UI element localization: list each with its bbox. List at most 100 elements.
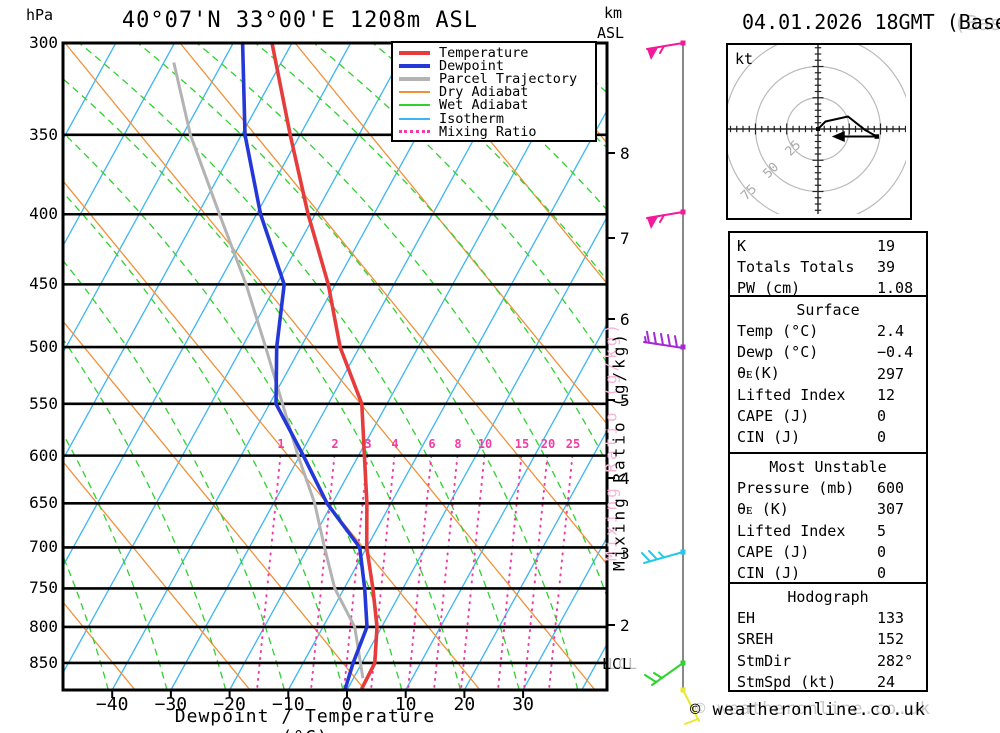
mixing-ratio-label: 2 (331, 437, 339, 451)
hodograph-panel: kt 25 50 75 (723, 34, 913, 224)
page-title: 40°07'N 33°00'E 1208m ASL (121, 8, 479, 33)
temp-tick-label: 20 (453, 694, 476, 715)
mixing-ratio-line (433, 455, 459, 690)
table-row-label: CAPE (J) (737, 542, 810, 561)
table-row-label: CIN (J) (737, 564, 801, 583)
wind-barb (646, 209, 686, 229)
table-row: CIN (J) 0 (730, 427, 926, 448)
pressure-tick-label: 300 (29, 33, 58, 52)
table-row: StmSpd (kt) 24 (730, 671, 926, 692)
table-row-label: Totals Totals (737, 257, 855, 276)
pressure-tick-label: 550 (29, 394, 58, 413)
mixing-ratio-line (523, 455, 549, 690)
pressure-tick-label: 850 (29, 653, 58, 672)
table-section-header: Hodograph (787, 587, 869, 606)
hodograph-origin-marker (816, 127, 820, 131)
hodograph-end-marker (874, 134, 880, 139)
table-row-label: K (737, 236, 747, 255)
dry-adiabat-line (985, 43, 1000, 690)
run-date: 04.01.2026 18GMT (Base: 18) (742, 10, 1000, 34)
mixing-ratio-label: 25 (565, 437, 581, 451)
km-tick-label: 7 (620, 229, 630, 248)
table-row-value: 24 (877, 672, 896, 691)
table-row-label: EH (737, 608, 756, 627)
table-row-label: θᴇ (K) (737, 499, 789, 518)
table-row: EH 133 (730, 607, 926, 628)
temperature-curve (270, 42, 379, 690)
temp-tick-label: 0 (341, 694, 353, 715)
hodograph-plot: kt255075 (723, 34, 913, 224)
table-row-label: StmDir (737, 651, 792, 670)
wind-barb (641, 549, 686, 564)
table-row-value: 0 (877, 542, 887, 561)
temp-tick-label: −30 (154, 694, 188, 715)
table-row-value: 0 (877, 428, 887, 447)
wind-barb (644, 660, 686, 686)
pressure-unit-label: hPa (26, 6, 54, 24)
table-row-value: 1.08 (877, 279, 914, 298)
table-row-label: Temp (°C) (737, 321, 819, 340)
pressure-tick-label: 500 (29, 337, 58, 356)
legend-label: Mixing Ratio (439, 123, 537, 140)
table-row-value: 152 (877, 630, 905, 649)
table-row: Dewp (°C) −0.4 (730, 342, 926, 363)
pressure-tick-label: 700 (29, 537, 58, 556)
legend-swatch-thick (399, 50, 430, 55)
table-row: StmDir 282° (730, 650, 926, 671)
table-row-value: 0 (877, 407, 887, 426)
mixing-ratio-line (548, 455, 574, 690)
pressure-tick-label: 750 (29, 578, 58, 597)
lcl-label: LCL (602, 655, 633, 673)
pressure-tick-label: 350 (29, 125, 58, 144)
table-row-value: 297 (877, 364, 905, 383)
table-row: SREH 152 (730, 629, 926, 650)
temp-tick-label: −20 (213, 694, 246, 715)
table-row: CAPE (J) 0 (730, 405, 926, 426)
legend-row: Mixing Ratio (399, 123, 591, 140)
indices-tables: K 19 Totals Totals 39 PW (cm) 1.08 Surface Temp… (728, 231, 928, 692)
table-row-label: Lifted Index (737, 521, 846, 540)
table-row-label: StmSpd (kt) (737, 672, 837, 691)
km-tick-label: 6 (620, 310, 630, 329)
indices-table-section: Surface Temp (°C) 2.4 Dewp (°C) −0.4 θᴇ(K) 297… (728, 295, 928, 454)
hodograph-unit-label: kt (735, 50, 753, 68)
table-row-value: −0.4 (877, 343, 914, 362)
table-row-value: 282° (877, 651, 914, 670)
asl-label: ASL (597, 24, 625, 42)
table-row: θᴇ(K) 297 (730, 363, 926, 384)
hodograph-arrow-head (831, 131, 845, 142)
legend: Temperature Dewpoint Parcel Trajectory Dry … (391, 41, 597, 143)
table-section-header: Surface (796, 300, 860, 319)
legend-swatch-thin (399, 117, 430, 120)
wind-barb (643, 330, 686, 350)
table-row-value: 19 (877, 236, 896, 255)
table-row: θᴇ (K) 307 (730, 499, 926, 520)
table-row: Totals Totals 39 (730, 256, 926, 277)
hodograph-ring-label: 25 (783, 138, 805, 160)
isotherm-line (63, 43, 410, 675)
pressure-tick-label: 450 (29, 274, 58, 293)
temp-tick-label: 30 (512, 694, 534, 715)
run-date-base: (Base: 18) (946, 10, 1000, 34)
table-row: PW (cm) 1.08 (730, 278, 926, 299)
wind-barb (646, 40, 686, 60)
table-row-value: 133 (877, 608, 905, 627)
indices-table-section: Hodograph EH 133 SREH 152 StmDir 282° StmSpd (k… (728, 582, 928, 692)
sounding-page: hPa 40°07'N 33°00'E 1208m ASL km ASL 04.… (0, 0, 1000, 733)
legend-swatch-thin (399, 104, 430, 107)
run-date-main: 04.01.2026 18GMT (742, 10, 947, 34)
table-row-value: 600 (877, 478, 905, 497)
legend-swatch-thin (399, 91, 430, 94)
table-row-value: 39 (877, 257, 896, 276)
table-row-value: 5 (877, 521, 887, 540)
table-section-header: Most Unstable (769, 457, 887, 476)
temp-tick-label: −10 (272, 694, 305, 715)
pressure-tick-label: 600 (29, 446, 58, 465)
mixing-ratio-label: 3 (364, 437, 372, 451)
table-row-label: θᴇ(K) (737, 364, 780, 383)
table-row: Lifted Index 12 (730, 384, 926, 405)
pressure-tick-label: 400 (29, 204, 58, 223)
table-row-value: 12 (877, 385, 896, 404)
table-row: Temp (°C) 2.4 (730, 320, 926, 341)
mixing-ratio-label: 1 (277, 437, 285, 451)
